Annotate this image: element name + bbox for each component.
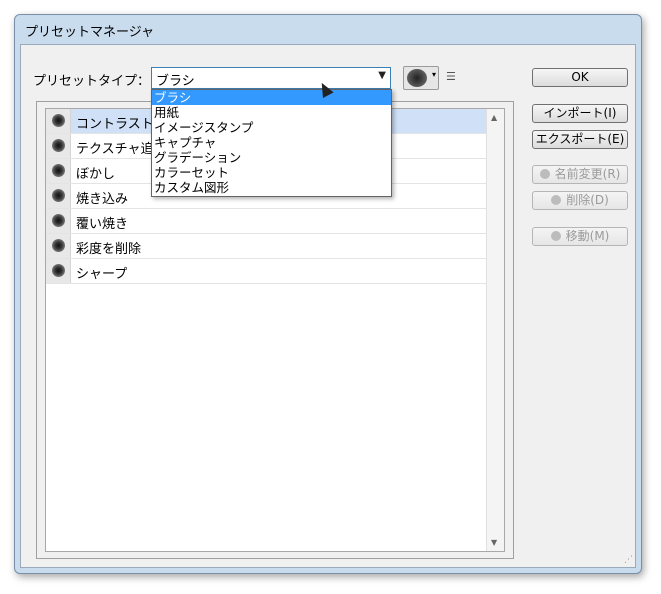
shield-icon: [539, 169, 550, 179]
scroll-up-icon[interactable]: ▲: [491, 113, 497, 122]
list-item-label: 焼き込み: [76, 192, 129, 207]
list-item[interactable]: 覆い焼き: [46, 209, 487, 234]
dropdown-option[interactable]: ブラシ: [152, 90, 391, 105]
brush-thumb-icon: [46, 134, 71, 158]
scroll-down-icon[interactable]: ▼: [491, 538, 497, 547]
dropdown-option[interactable]: 用紙: [152, 105, 391, 120]
preset-type-dropdown[interactable]: ブラシ 用紙 イメージスタンプ キャプチャ グラデーション カラーセット カスタ…: [151, 89, 392, 197]
brush-thumb-icon: [46, 184, 71, 208]
list-item-label: 彩度を削除: [76, 242, 142, 257]
list-item[interactable]: シャープ: [46, 259, 487, 284]
list-scrollbar[interactable]: ▲ ▼: [486, 109, 504, 551]
brush-picker-icon: [407, 69, 427, 87]
list-item-label: シャープ: [76, 267, 128, 282]
window-title: プリセットマネージャ: [25, 25, 155, 40]
list-item[interactable]: 彩度を削除: [46, 234, 487, 259]
preset-manager-window: プリセットマネージャ プリセットタイプ： ブラシ ▼ ▾ ☰ コントラスト テク…: [14, 14, 642, 574]
list-view-icon[interactable]: ☰: [446, 70, 456, 83]
preset-type-label: プリセットタイプ：: [33, 74, 151, 89]
list-item-label: テクスチャ追: [76, 142, 154, 157]
chevron-down-icon[interactable]: ▼: [378, 70, 386, 81]
brush-thumb-icon: [46, 109, 71, 133]
shield-icon: [551, 195, 562, 205]
import-button[interactable]: インポート(I): [532, 104, 628, 123]
dropdown-option[interactable]: カラーセット: [152, 165, 391, 180]
resize-grip-icon[interactable]: ⋰: [624, 555, 633, 565]
dropdown-option[interactable]: イメージスタンプ: [152, 120, 391, 135]
dropdown-option[interactable]: キャプチャ: [152, 135, 391, 150]
move-label: 移動(M): [565, 229, 610, 243]
shield-icon: [550, 231, 561, 241]
rename-label: 名前変更(R): [554, 167, 621, 181]
list-item-label: 覆い焼き: [76, 217, 129, 232]
dialog-client: プリセットタイプ： ブラシ ▼ ▾ ☰ コントラスト テクスチャ追 ぼかし 焼き…: [20, 44, 636, 568]
preset-type-combo[interactable]: ブラシ ▼: [151, 67, 391, 89]
move-button[interactable]: 移動(M): [532, 227, 628, 246]
list-item-label: ぼかし: [76, 167, 116, 182]
ok-button[interactable]: OK: [532, 68, 628, 87]
brush-thumb-icon: [46, 259, 71, 283]
brush-thumb-icon: [46, 234, 71, 258]
list-item-label: コントラスト: [76, 117, 154, 132]
export-button[interactable]: エクスポート(E): [532, 130, 628, 149]
delete-button[interactable]: 削除(D): [532, 191, 628, 210]
brush-picker-button[interactable]: ▾: [403, 66, 439, 90]
delete-label: 削除(D): [566, 193, 609, 207]
dropdown-option[interactable]: カスタム図形: [152, 180, 391, 195]
dropdown-option[interactable]: グラデーション: [152, 150, 391, 165]
rename-button[interactable]: 名前変更(R): [532, 165, 628, 184]
brush-thumb-icon: [46, 209, 71, 233]
preset-type-value: ブラシ: [156, 74, 195, 89]
brush-thumb-icon: [46, 159, 71, 183]
chevron-down-icon: ▾: [431, 70, 436, 79]
